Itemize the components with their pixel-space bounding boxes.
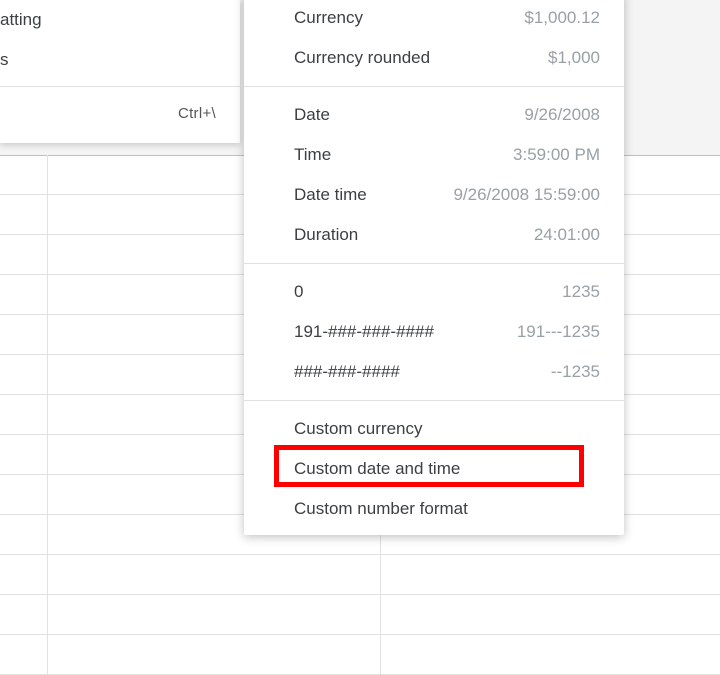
format-option-date[interactable]: Date 9/26/2008 xyxy=(244,95,624,135)
format-option-label: Time xyxy=(294,145,331,165)
format-option-label: 0 xyxy=(294,282,303,302)
flyout-separator xyxy=(244,263,624,264)
format-option-label: Custom number format xyxy=(294,499,468,519)
format-option-example: $1,000.12 xyxy=(524,8,600,28)
menu-item-label: s xyxy=(0,50,216,70)
number-format-flyout: Currency $1,000.12 Currency rounded $1,0… xyxy=(244,0,624,535)
format-option-example: 9/26/2008 15:59:00 xyxy=(453,185,600,205)
menu-item-shortcut: Ctrl+\ xyxy=(178,105,216,122)
format-option-example: 191---1235 xyxy=(517,322,600,342)
format-menu-fragment: atting s Ctrl+\ xyxy=(0,0,240,143)
format-option-currency-rounded[interactable]: Currency rounded $1,000 xyxy=(244,38,624,78)
format-option-example: 3:59:00 PM xyxy=(513,145,600,165)
format-option-label: Custom date and time xyxy=(294,459,460,479)
format-option-label: Custom currency xyxy=(294,419,422,439)
format-option-label: Date time xyxy=(294,185,367,205)
flyout-separator xyxy=(244,400,624,401)
format-option-example: 9/26/2008 xyxy=(524,105,600,125)
format-option-example: --1235 xyxy=(551,362,600,382)
format-option-custom-number-format[interactable]: Custom number format xyxy=(244,489,624,529)
format-option-currency[interactable]: Currency $1,000.12 xyxy=(244,0,624,38)
format-option-label: Currency xyxy=(294,8,363,28)
format-option-duration[interactable]: Duration 24:01:00 xyxy=(244,215,624,255)
format-option-custom-date-time[interactable]: Custom date and time xyxy=(244,449,624,489)
format-option-label: Currency rounded xyxy=(294,48,430,68)
format-option-custom-currency[interactable]: Custom currency xyxy=(244,409,624,449)
format-option-label: ###-###-#### xyxy=(294,362,400,382)
menu-item-label: atting xyxy=(0,10,216,30)
format-option-label: 191-###-###-#### xyxy=(294,322,434,342)
menu-item-s[interactable]: s xyxy=(0,40,240,80)
format-option-pattern-2[interactable]: ###-###-#### --1235 xyxy=(244,352,624,392)
format-option-example: 1235 xyxy=(562,282,600,302)
format-option-pattern-0[interactable]: 0 1235 xyxy=(244,272,624,312)
flyout-separator xyxy=(244,86,624,87)
format-option-example: 24:01:00 xyxy=(534,225,600,245)
format-option-pattern-1[interactable]: 191-###-###-#### 191---1235 xyxy=(244,312,624,352)
format-option-date-time[interactable]: Date time 9/26/2008 15:59:00 xyxy=(244,175,624,215)
menu-item-clear-formatting[interactable]: Ctrl+\ xyxy=(0,93,240,133)
format-option-label: Date xyxy=(294,105,330,125)
menu-item-formatting[interactable]: atting xyxy=(0,0,240,40)
format-option-example: $1,000 xyxy=(548,48,600,68)
format-option-label: Duration xyxy=(294,225,358,245)
format-option-time[interactable]: Time 3:59:00 PM xyxy=(244,135,624,175)
menu-separator xyxy=(0,86,240,87)
